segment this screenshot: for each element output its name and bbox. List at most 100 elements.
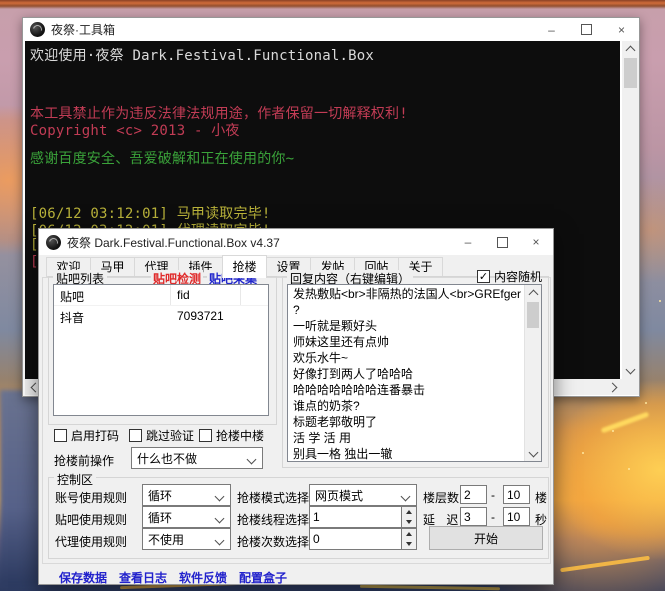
reply-list-scrollbar[interactable] [524,285,541,461]
tieba-list-header[interactable]: 贴吧 fid [54,285,268,306]
spin-down-button[interactable] [402,539,416,549]
delay-to-input[interactable] [503,507,530,526]
maximize-button[interactable] [485,229,519,255]
wallpaper-cloud [0,390,42,586]
console-line: 欢迎使用·夜祭 Dark.Festival.Functional.Box [30,45,374,65]
chevron-up-icon [528,289,538,299]
reply-item[interactable]: 标题老郭敬明了 [289,414,524,430]
tieba-listview[interactable]: 贴吧 fid 抖音 7093721 [53,284,269,416]
reply-item[interactable]: 谁点的奶茶? [289,398,524,414]
spin-up-icon [406,532,412,536]
tieba-rule-select[interactable]: 循环 [142,506,231,528]
wallpaper-star [645,402,647,404]
chevron-down-icon [626,365,636,375]
account-rule-label: 账号使用规则 [55,489,127,506]
spin-down-icon [406,520,412,524]
thread-count-input[interactable] [309,506,402,528]
app-icon [30,22,45,37]
tab-grab-floor[interactable]: 抢楼 [222,255,267,278]
proxy-rule-select[interactable]: 不使用 [142,528,231,550]
resize-grip[interactable] [622,379,639,395]
scroll-up-button[interactable] [525,285,541,300]
chevron-down-icon [247,455,257,465]
reply-item[interactable]: 好像打到两人了哈哈哈 [289,366,524,382]
scroll-up-button[interactable] [622,41,639,57]
view-log-link[interactable]: 查看日志 [119,569,167,586]
maximize-button[interactable] [569,18,604,41]
grab-times-stepper[interactable] [402,528,417,550]
skip-verify-checkbox[interactable]: 跳过验证 [129,427,194,444]
spin-up-icon [406,510,412,514]
save-data-link[interactable]: 保存数据 [59,569,107,586]
reply-item[interactable]: 别具一格 独出一辙 [289,446,524,460]
grab-times-label: 抢楼次数选择 [237,533,309,550]
chevron-down-icon [215,514,225,524]
grab-mode-value: 网页模式 [315,487,363,504]
close-button[interactable]: × [519,229,553,255]
reply-item[interactable]: 发热敷贴<br>非隔热的法国人<br>GREfger [289,286,524,302]
footer-links: 保存数据 查看日志 软件反馈 配置盒子 [59,569,287,586]
checkbox-checked-icon: ✓ [477,270,490,283]
checkbox-unchecked-icon [54,429,67,442]
minimize-button[interactable]: – [534,18,569,41]
reply-item[interactable]: 一听就是颗好头 [289,318,524,334]
account-rule-select[interactable]: 循环 [142,484,231,506]
app-icon [46,235,61,250]
close-button[interactable]: × [604,18,639,41]
minimize-icon: – [548,24,555,36]
control-group-label: 控制区 [54,471,96,488]
chevron-down-icon [528,447,538,457]
content-random-checkbox[interactable]: ✓ 内容随机 [477,268,542,285]
spin-up-button[interactable] [402,507,416,517]
scroll-down-button[interactable] [525,446,541,461]
floor-to-input[interactable] [503,485,530,504]
column-header-tieba[interactable]: 贴吧 [54,285,171,305]
software-feedback-link[interactable]: 软件反馈 [179,569,227,586]
floor-unit-label: 楼 [535,489,547,506]
spin-down-icon [406,542,412,546]
floor-range-label: 楼层数 [423,489,459,506]
reply-item[interactable]: 师妹这里还有点帅 [289,334,524,350]
reply-item[interactable]: 欢乐水牛~ [289,350,524,366]
checkbox-unchecked-icon [129,429,142,442]
checkbox-unchecked-icon [199,429,212,442]
spin-up-button[interactable] [402,529,416,539]
enable-captcha-checkbox[interactable]: 启用打码 [54,427,119,444]
content-random-label: 内容随机 [494,268,542,285]
console-line: Copyright <c> 2013 - 小夜 [30,120,240,140]
maximize-icon [497,237,508,248]
reply-item[interactable]: 哈哈哈哈哈哈哈连番暴击 [289,382,524,398]
tieba-rule-value: 循环 [148,509,172,526]
scrollbar-thumb[interactable] [527,302,539,328]
close-icon: × [618,24,625,36]
scroll-down-button[interactable] [622,363,639,379]
thread-count-stepper[interactable] [402,506,417,528]
spin-down-button[interactable] [402,517,416,527]
reply-item[interactable]: ? [289,302,524,318]
grab-times-input[interactable] [309,528,402,550]
pre-action-select[interactable]: 什么也不做 [131,447,263,469]
pre-action-value: 什么也不做 [137,450,197,467]
grab-mode-select[interactable]: 网页模式 [309,484,417,506]
delay-from-input[interactable] [460,507,487,526]
console-titlebar[interactable]: 夜祭·工具箱 – × [23,18,639,41]
proxy-rule-value: 不使用 [148,531,184,548]
account-rule-value: 循环 [148,487,172,504]
minimize-button[interactable]: – [451,229,485,255]
start-button[interactable]: 开始 [429,526,543,550]
floor-from-input[interactable] [460,485,487,504]
config-box-link[interactable]: 配置盒子 [239,569,287,586]
reply-content-listbox[interactable]: 发热敷贴<br>非隔热的法国人<br>GREfger ? 一听就是颗好头 师妹这… [287,284,542,462]
skip-verify-label: 跳过验证 [146,427,194,444]
dialog-titlebar[interactable]: 夜祭 Dark.Festival.Functional.Box v4.37 – … [39,229,553,255]
tieba-list-row[interactable]: 抖音 7093721 [54,306,268,326]
column-header-fid[interactable]: fid [171,285,241,305]
floor-in-floor-checkbox[interactable]: 抢楼中楼 [199,427,264,444]
scroll-right-button[interactable] [605,379,622,395]
dialog-window-title: 夜祭 Dark.Festival.Functional.Box v4.37 [67,234,280,251]
reply-item[interactable]: 活 学 活 用 [289,430,524,446]
console-vertical-scrollbar[interactable] [622,41,639,379]
wallpaper-streak [360,585,500,590]
tieba-fid-cell: 7093721 [171,306,241,326]
scrollbar-thumb[interactable] [624,58,637,88]
